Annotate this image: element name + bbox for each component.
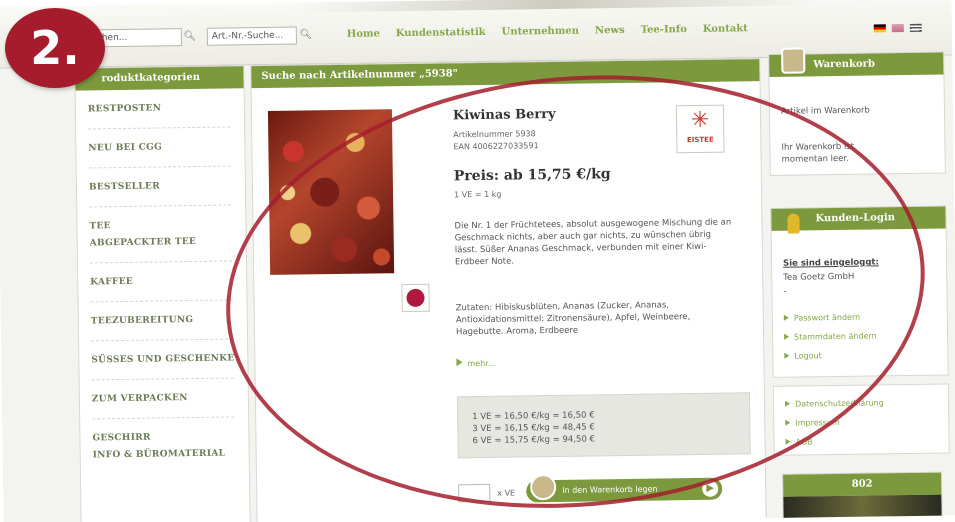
login-company: Tea Goetz GmbH	[783, 271, 855, 283]
cart-icon[interactable]	[781, 47, 806, 74]
price-tiers: 1 VE = 16,50 €/kg = 16,50 € 3 VE = 16,15…	[456, 392, 751, 459]
main-nav: Home Kundenstatistik Unternehmen News Te…	[347, 23, 748, 40]
promo-title: 802	[783, 472, 942, 497]
category-info-bueromaterial[interactable]: INFO & BÜROMATERIAL	[81, 448, 249, 461]
language-switch	[873, 23, 922, 33]
logout-link[interactable]: Logout	[784, 351, 822, 361]
menu-icon[interactable]	[909, 23, 922, 32]
eistee-label: EISTEE	[686, 135, 714, 145]
category-verpacken[interactable]: ZUM VERPACKEN	[80, 392, 248, 404]
link-label: Stammdaten ändern	[794, 331, 877, 342]
nav-unternehmen[interactable]: Unternehmen	[502, 26, 580, 38]
link-label: AGB	[795, 437, 813, 447]
link-label: Passwort ändern	[793, 312, 861, 323]
search-icon[interactable]: 🔍︎	[183, 28, 197, 46]
category-neu[interactable]: NEU BEI CGG	[76, 141, 244, 153]
product-ingredients: Zutaten: Hibiskusblüten, Ananas (Zucker,…	[455, 300, 691, 338]
arrow-right-icon	[784, 333, 790, 340]
category-restposten[interactable]: RESTPOSTEN	[76, 102, 244, 114]
unit-info: 1 VE = 1 kg	[454, 189, 502, 200]
divider	[89, 204, 232, 208]
quantity-unit: x VE	[497, 488, 516, 498]
tea-color-dot	[406, 288, 425, 308]
key-icon	[787, 213, 800, 234]
step-badge: 2.	[5, 8, 105, 88]
ice-star-icon: ✳	[690, 107, 710, 134]
login-dash: -	[783, 286, 787, 297]
promo-image[interactable]	[783, 494, 942, 522]
nav-news[interactable]: News	[595, 25, 625, 36]
privacy-link[interactable]: Datenschutzerklärung	[784, 398, 884, 409]
artnr-search-input[interactable]: Art.-Nr.-Suche...	[206, 26, 297, 46]
category-abgepackter-tee[interactable]: ABGEPACKTER TEE	[78, 236, 246, 248]
link-label: Impressum	[795, 417, 840, 428]
nav-kundenstatistik[interactable]: Kundenstatistik	[396, 27, 486, 39]
divider	[88, 165, 231, 169]
color-swatch	[401, 283, 430, 313]
browser-screenshot: chen... 🔍︎ Art.-Nr.-Suche... 🔍︎ Home Kun…	[0, 0, 955, 522]
category-bestseller[interactable]: BESTSELLER	[77, 180, 245, 192]
link-label: Datenschutzerklärung	[794, 398, 884, 409]
add-to-cart-label: In den Warenkorb legen	[562, 484, 658, 495]
product-image[interactable]	[267, 109, 395, 275]
agb-link[interactable]: AGB	[785, 437, 813, 447]
arrow-right-icon	[783, 314, 789, 321]
nav-kontakt[interactable]: Kontakt	[703, 23, 748, 35]
nav-tee-info[interactable]: Tee-Info	[641, 24, 687, 36]
category-geschirr[interactable]: GESCHIRR	[80, 431, 248, 444]
divider	[91, 377, 234, 381]
divider	[88, 126, 231, 130]
eistee-badge: ✳ EISTEE	[675, 104, 725, 154]
more-link[interactable]: mehr...	[456, 358, 495, 369]
article-number: Artikelnummer 5938	[453, 129, 536, 140]
category-tee[interactable]: TEE	[77, 219, 245, 231]
category-sidebar: roduktkategorien RESTPOSTEN NEU BEI CGG …	[74, 65, 251, 522]
more-label: mehr...	[467, 358, 496, 369]
product-title: Kiwinas Berry	[452, 106, 556, 124]
arrow-right-icon	[456, 358, 463, 367]
category-teezubereitung[interactable]: TEEZUBEREITUNG	[79, 314, 247, 326]
imprint-link[interactable]: Impressum	[785, 418, 840, 428]
change-password-link[interactable]: Passwort ändern	[783, 312, 861, 323]
category-suesses[interactable]: SÜSSES UND GESCHENKE	[79, 353, 247, 365]
promo-box: 802	[782, 471, 943, 522]
nav-home[interactable]: Home	[347, 28, 380, 39]
product-price: Preis: ab 15,75 €/kg	[453, 166, 611, 185]
top-shadow	[296, 0, 817, 13]
login-status: Sie sind eingeloggt:	[783, 257, 879, 269]
cart-empty-text: Ihr Warenkorb ist momentan leer.	[781, 141, 855, 165]
arrow-right-icon	[785, 438, 791, 445]
divider	[92, 416, 235, 420]
search-input[interactable]: chen...	[91, 28, 182, 48]
artnr-search-icon[interactable]: 🔍︎	[299, 26, 313, 44]
divider	[91, 338, 234, 342]
link-label: Logout	[794, 351, 822, 361]
divider	[89, 260, 232, 264]
arrow-right-icon	[785, 419, 791, 426]
product-description: Die Nr. 1 der Früchtetees, absolut ausge…	[454, 217, 732, 268]
quantity-input[interactable]	[458, 483, 491, 503]
search-result-heading: Suche nach Artikelnummer „5938"	[251, 59, 760, 89]
de-flag-icon[interactable]	[873, 24, 886, 33]
arrow-right-icon	[784, 352, 790, 359]
ean-number: EAN 4006227033591	[453, 141, 539, 152]
cart-items-label: Artikel im Warenkorb	[780, 105, 870, 117]
tier-row: 6 VE = 15,75 €/kg = 94,50 €	[472, 434, 596, 447]
divider	[90, 299, 233, 303]
uk-flag-icon[interactable]	[891, 24, 904, 33]
go-arrow-icon: ▶	[702, 480, 719, 497]
category-kaffee[interactable]: KAFFEE	[78, 275, 246, 288]
arrow-right-icon	[784, 400, 791, 407]
change-data-link[interactable]: Stammdaten ändern	[784, 331, 877, 342]
teacup-icon	[529, 473, 557, 501]
sidebar-title: roduktkategorien	[75, 66, 244, 91]
add-to-cart-button[interactable]: In den Warenkorb legen ▶	[526, 473, 723, 503]
